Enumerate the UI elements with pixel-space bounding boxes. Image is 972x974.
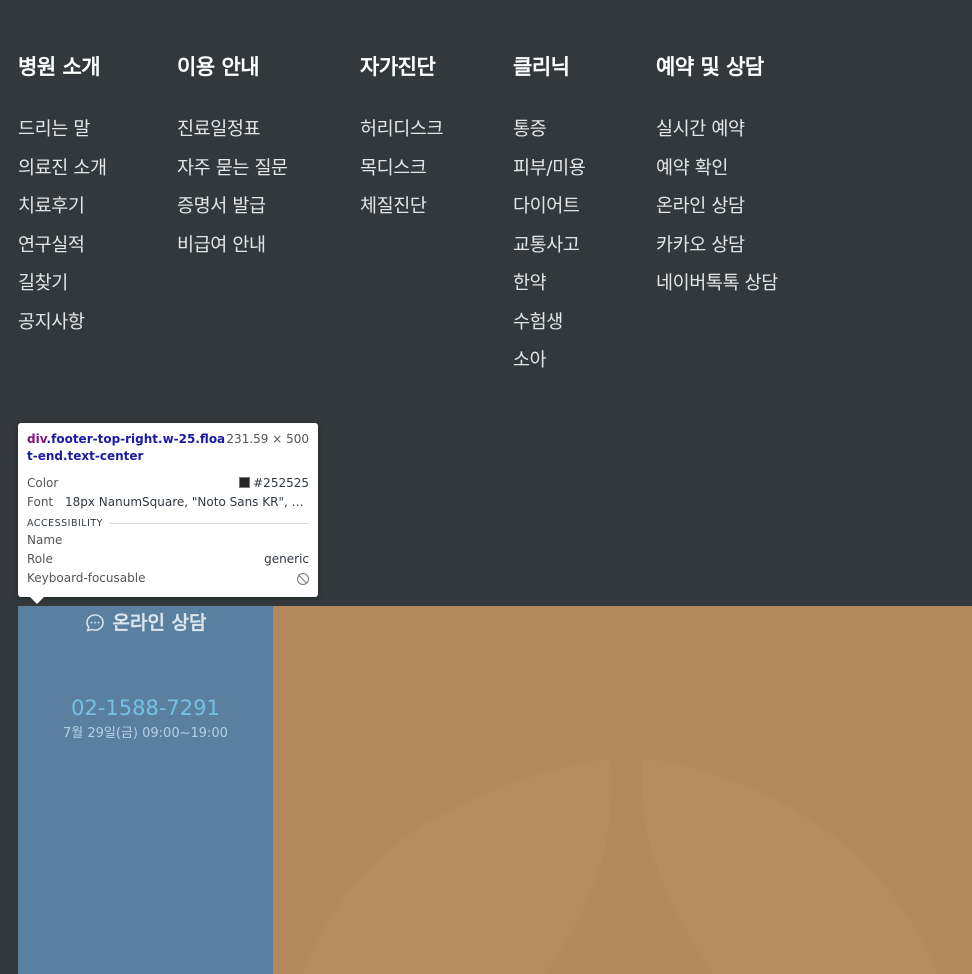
footer-nav-link[interactable]: 체질진단 <box>360 188 443 227</box>
consult-hours: 7월 29일(금) 09:00~19:00 <box>63 726 228 741</box>
tooltip-section-title: ACCESSIBILITY <box>27 518 103 529</box>
consult-phone-number[interactable]: 02-1588-7291 <box>18 695 273 721</box>
footer-nav-link[interactable]: 비급여 안내 <box>177 227 288 266</box>
tooltip-font-row: Font 18px NanumSquare, "Noto Sans KR", "… <box>27 493 309 512</box>
page-root: 병원 소개 드리는 말 의료진 소개 치료후기 연구실적 길찾기 공지사항 이용… <box>0 0 972 974</box>
footer-nav-column-about: 병원 소개 드리는 말 의료진 소개 치료후기 연구실적 길찾기 공지사항 <box>18 52 107 342</box>
footer-nav-link[interactable]: 자주 묻는 질문 <box>177 150 288 189</box>
footer-nav-link[interactable]: 통증 <box>513 111 585 150</box>
footer-nav-column-self-check: 자가진단 허리디스크 목디스크 체질진단 <box>360 52 444 227</box>
footer-nav-list: 진료일정표 자주 묻는 질문 증명서 발급 비급여 안내 <box>177 111 288 265</box>
tooltip-role-row: Role generic <box>27 550 309 569</box>
footer-nav-title: 병원 소개 <box>18 55 101 79</box>
footer-nav-column-guide: 이용 안내 진료일정표 자주 묻는 질문 증명서 발급 비급여 안내 <box>177 52 288 265</box>
consult-title-label: 온라인 상담 <box>112 612 207 634</box>
footer-nav-title: 클리닉 <box>513 55 570 79</box>
banner-image <box>273 606 972 974</box>
footer-nav-link[interactable]: 허리디스크 <box>360 111 444 150</box>
footer-nav-link[interactable]: 온라인 상담 <box>656 188 778 227</box>
footer-nav-link[interactable]: 실시간 예약 <box>656 111 778 150</box>
tooltip-tag: div <box>27 432 47 446</box>
footer-nav-link[interactable]: 연구실적 <box>18 227 107 266</box>
tooltip-name-row: Name <box>27 531 309 550</box>
footer-nav-link[interactable]: 드리는 말 <box>18 111 107 150</box>
footer-nav-list: 통증 피부/미용 다이어트 교통사고 한약 수험생 소아 <box>513 111 586 381</box>
footer-nav-link[interactable]: 진료일정표 <box>177 111 288 150</box>
tooltip-size: 231.59 × 500 <box>226 432 309 446</box>
footer-nav-link[interactable]: 공지사항 <box>18 304 107 343</box>
footer-nav-title: 자가진단 <box>360 55 436 79</box>
footer-nav-title: 예약 및 상담 <box>656 55 764 79</box>
footer-nav-list: 허리디스크 목디스크 체질진단 <box>360 111 444 227</box>
tooltip-color-label: Color <box>27 476 59 490</box>
tooltip-font-label: Font <box>27 495 54 509</box>
footer-nav-link[interactable]: 한약 <box>513 265 585 304</box>
footer-nav-link[interactable]: 목디스크 <box>360 150 443 189</box>
tooltip-arrow <box>30 597 44 604</box>
footer-nav-link[interactable]: 다이어트 <box>513 188 585 227</box>
footer-nav-link[interactable]: 의료진 소개 <box>18 150 107 189</box>
not-allowed-icon <box>297 572 309 585</box>
tooltip-classes: .footer-top-right.w-25.float-end.text-ce… <box>27 432 226 463</box>
footer-nav-link[interactable]: 길찾기 <box>18 265 107 304</box>
footer-nav-column-clinic: 클리닉 통증 피부/미용 다이어트 교통사고 한약 수험생 소아 <box>513 52 586 381</box>
footer-nav-link[interactable]: 예약 확인 <box>656 150 778 189</box>
footer-nav-link[interactable]: 네이버톡톡 상담 <box>656 265 778 304</box>
footer-nav-title: 이용 안내 <box>177 55 260 79</box>
footer-nav-link[interactable]: 피부/미용 <box>513 150 586 189</box>
footer-nav-list: 실시간 예약 예약 확인 온라인 상담 카카오 상담 네이버톡톡 상담 <box>656 111 778 304</box>
tooltip-selector: div.footer-top-right.w-25.float-end.text… <box>27 431 226 465</box>
tooltip-name-label: Name <box>27 533 63 547</box>
tooltip-role-value: generic <box>264 552 309 566</box>
section-divider <box>108 523 309 524</box>
tooltip-role-label: Role <box>27 552 53 566</box>
devtools-inspect-tooltip: div.footer-top-right.w-25.float-end.text… <box>18 423 318 604</box>
chat-bubble-icon <box>86 614 105 632</box>
tooltip-accessibility-section: ACCESSIBILITY <box>27 518 309 529</box>
footer-nav-link[interactable]: 소아 <box>513 342 585 381</box>
color-swatch-icon <box>239 477 251 488</box>
tooltip-focusable-row: Keyboard-focusable <box>27 569 309 588</box>
tooltip-font-value: 18px NanumSquare, "Noto Sans KR", "M... <box>65 495 309 509</box>
footer-nav-list: 드리는 말 의료진 소개 치료후기 연구실적 길찾기 공지사항 <box>18 111 107 342</box>
footer-nav-link[interactable]: 치료후기 <box>18 188 107 227</box>
tooltip-color-value: #252525 <box>253 476 309 490</box>
footer-nav-link[interactable]: 수험생 <box>513 304 585 343</box>
footer-nav-link[interactable]: 카카오 상담 <box>656 227 778 266</box>
online-consult-box[interactable]: 온라인 상담 02-1588-7291 7월 29일(금) 09:00~19:0… <box>18 606 273 974</box>
footer-nav-link[interactable]: 교통사고 <box>513 227 585 266</box>
footer-nav-column-reservation: 예약 및 상담 실시간 예약 예약 확인 온라인 상담 카카오 상담 네이버톡톡… <box>656 52 778 304</box>
footer-nav-link[interactable]: 증명서 발급 <box>177 188 288 227</box>
tooltip-color-row: Color #252525 <box>27 474 309 493</box>
consult-title[interactable]: 온라인 상담 <box>18 612 273 634</box>
tooltip-header: div.footer-top-right.w-25.float-end.text… <box>27 431 309 465</box>
tooltip-focusable-label: Keyboard-focusable <box>27 571 146 585</box>
banner-decoration <box>303 758 938 974</box>
